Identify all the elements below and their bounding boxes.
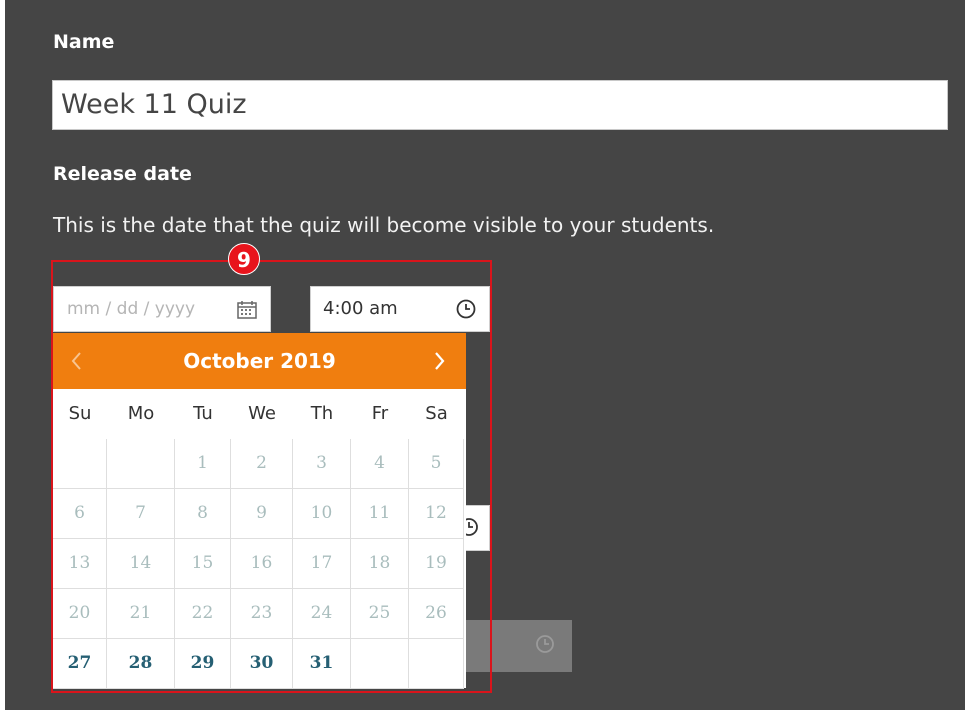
calendar-week-row: 20 21 22 23 24 25 26 (53, 589, 466, 639)
name-input[interactable]: Week 11 Quiz (52, 80, 948, 130)
calendar-day: 12 (409, 489, 464, 539)
calendar-day: 19 (409, 539, 464, 589)
name-label: Name (53, 31, 115, 53)
calendar-day: 9 (231, 489, 293, 539)
calendar-day: 5 (409, 439, 464, 489)
calendar-day: 18 (351, 539, 409, 589)
calendar-day: 1 (175, 439, 231, 489)
weekday-label: Mo (127, 403, 155, 424)
calendar-day: 7 (107, 489, 175, 539)
weekday-label: Su (68, 403, 92, 424)
calendar-week-row: 6 7 8 9 10 11 12 (53, 489, 466, 539)
calendar-month-title: October 2019 (183, 349, 336, 373)
calendar-day: 23 (231, 589, 293, 639)
calendar-day: 21 (107, 589, 175, 639)
calendar-day-grid: 1 2 3 4 5 6 7 8 9 10 11 12 13 14 15 16 1… (53, 439, 466, 689)
clock-icon (535, 634, 555, 658)
calendar-day-selectable[interactable]: 27 (53, 639, 107, 689)
weekday-label: We (248, 403, 276, 424)
date-picker-calendar: October 2019 Su Mo Tu We Th Fr Sa 1 2 3 … (53, 333, 466, 689)
weekday-label: Sa (425, 403, 448, 424)
chevron-right-icon[interactable] (429, 349, 449, 377)
clock-icon[interactable] (455, 298, 477, 324)
calendar-day-selectable[interactable]: 31 (293, 639, 351, 689)
calendar-day: 10 (293, 489, 351, 539)
weekday-label: Tu (193, 403, 213, 424)
calendar-day: 13 (53, 539, 107, 589)
calendar-day-selectable[interactable]: 30 (231, 639, 293, 689)
calendar-day: 4 (351, 439, 409, 489)
release-date-description: This is the date that the quiz will beco… (53, 213, 715, 237)
calendar-day-selectable[interactable]: 29 (175, 639, 231, 689)
release-time-input[interactable]: 4:00 am (310, 286, 490, 332)
calendar-day-empty (53, 439, 107, 489)
release-date-label: Release date (53, 163, 192, 185)
release-date-input[interactable]: mm / dd / yyyy (53, 286, 271, 332)
annotation-step-badge: 9 (228, 243, 260, 275)
calendar-day: 2 (231, 439, 293, 489)
weekday-label: Fr (371, 403, 389, 424)
date-placeholder: mm / dd / yyyy (67, 299, 196, 319)
calendar-day: 26 (409, 589, 464, 639)
calendar-day: 20 (53, 589, 107, 639)
calendar-day: 17 (293, 539, 351, 589)
calendar-day: 6 (53, 489, 107, 539)
calendar-week-row: 1 2 3 4 5 (53, 439, 466, 489)
calendar-day-empty (351, 639, 409, 689)
calendar-day: 16 (231, 539, 293, 589)
calendar-day: 3 (293, 439, 351, 489)
time-value: 4:00 am (323, 298, 398, 319)
calendar-day: 15 (175, 539, 231, 589)
calendar-day: 14 (107, 539, 175, 589)
calendar-week-row: 27 28 29 30 31 (53, 639, 466, 689)
weekday-label: Th (310, 403, 334, 424)
calendar-week-row: 13 14 15 16 17 18 19 (53, 539, 466, 589)
calendar-day-empty (409, 639, 464, 689)
calendar-header: October 2019 (53, 333, 466, 389)
calendar-day: 8 (175, 489, 231, 539)
calendar-day: 22 (175, 589, 231, 639)
calendar-day-selectable[interactable]: 28 (107, 639, 175, 689)
calendar-day: 11 (351, 489, 409, 539)
weekday-header-row: Su Mo Tu We Th Fr Sa (53, 389, 466, 439)
calendar-day: 25 (351, 589, 409, 639)
calendar-icon[interactable] (236, 299, 258, 325)
calendar-day: 24 (293, 589, 351, 639)
chevron-left-icon[interactable] (67, 349, 87, 377)
calendar-day-empty (107, 439, 175, 489)
